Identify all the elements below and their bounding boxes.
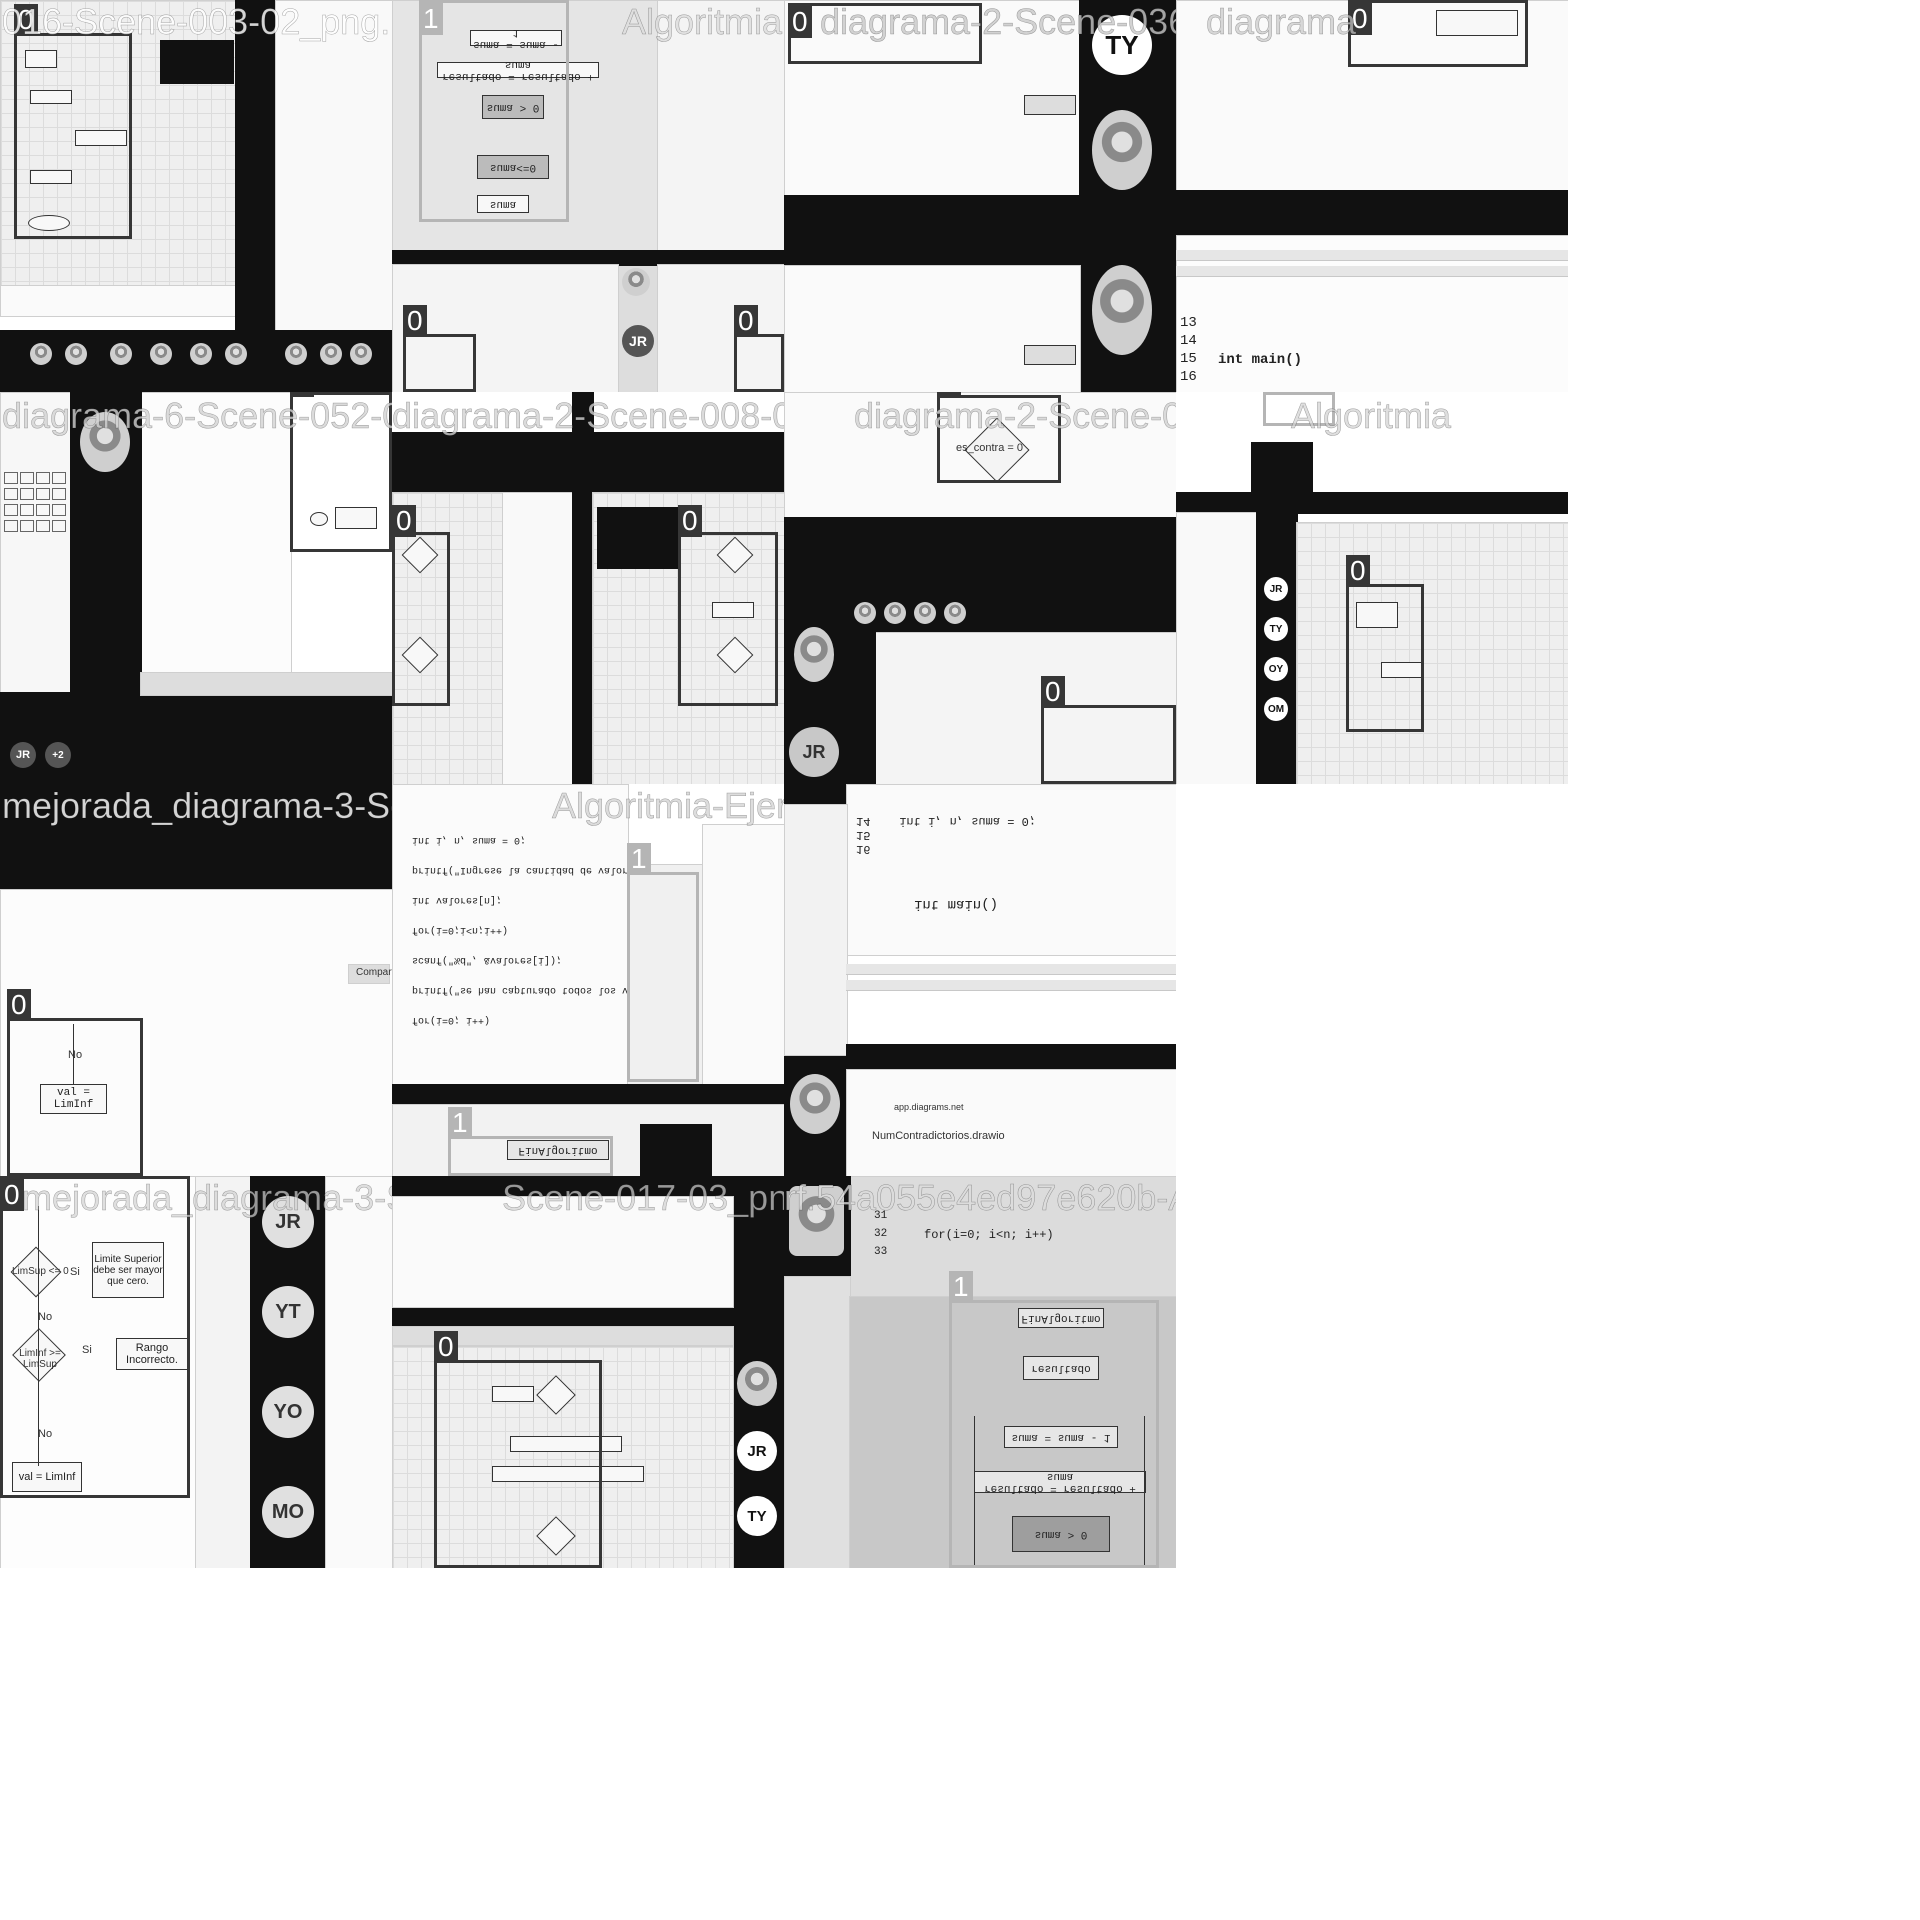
code-line-number: 32 [874, 1228, 888, 1240]
annotation-box-class-0: 0 [1041, 676, 1176, 784]
annotation-box-class-0: 0 [1346, 555, 1424, 732]
annotation-label: 0 [937, 392, 961, 398]
mosaic-tile: JR YT YO MO LimSup <= 0 Limite Superior … [0, 1176, 392, 1568]
annotation-label: 0 [1346, 555, 1370, 587]
share-button-label: Compartir [356, 967, 392, 978]
annotation-box-class-0: 0 [392, 505, 450, 706]
code-line-number: 31 [874, 1210, 888, 1222]
annotation-label: 0 [0, 1179, 24, 1211]
participant-avatar: MO [262, 1486, 314, 1538]
code-text: for(i=0; i<n; i++) [924, 1228, 1054, 1242]
annotation-label: 0 [734, 305, 758, 337]
annotation-label: 1 [627, 843, 651, 875]
annotation-label: 0 [1348, 3, 1372, 35]
mosaic-tile: Compartir val = LimInf No 0 mejorada_dia… [0, 784, 392, 1176]
participant-avatar: JR [622, 325, 654, 357]
mosaic-tile: JR TY OY OM 1 0 Algoritmia [1176, 392, 1568, 784]
mosaic-tile: 0 0 diagrama-2-Scene-008-03_png [392, 392, 784, 784]
mosaic-tile: 13 14 15 16 int main() 0 diagrama [1176, 0, 1568, 392]
annotation-box-class-0: 0 [788, 3, 982, 64]
code-line-number: 16 [1180, 369, 1197, 385]
annotation-label: 0 [403, 305, 427, 337]
annotation-box-class-1: 1 [949, 1271, 1159, 1568]
annotation-box-class-0: 0 [7, 989, 143, 1176]
participant-avatar: JR [737, 1431, 777, 1471]
annotation-label: 0 [392, 505, 416, 537]
mosaic-grid: 0 016-Scene-003-02_png.rf.4a JR suma = s… [0, 0, 1920, 1920]
mosaic-tile: for(i=0; i++) printf("se han capturado t… [392, 784, 784, 1176]
annotation-box-class-0: 0 [403, 305, 476, 392]
mosaic-tile: TY 0 diagrama-2-Scene-036-02_png [784, 0, 1176, 392]
annotation-label: 0 [434, 1331, 458, 1363]
annotation-label: 1 [448, 1107, 472, 1139]
annotation-box-class-0: 0 [0, 1176, 190, 1498]
code-line-number: 13 [1180, 315, 1197, 331]
code-text: int main() [914, 896, 999, 912]
mosaic-tile [1176, 784, 1568, 1176]
browser-url: app.diagrams.net [894, 1102, 964, 1112]
annotation-label: 1 [949, 1271, 973, 1303]
participant-avatar: YT [262, 1286, 314, 1338]
annotation-box-class-1: 1 [627, 843, 699, 1082]
mosaic-tile [1176, 1176, 1568, 1568]
annotation-box-class-1: 1 [1263, 392, 1335, 426]
mosaic-tile: JR TY 0 Scene-017-03_png [392, 1176, 784, 1568]
annotation-box-class-1: 1 [448, 1107, 613, 1176]
code-line-number: 14 [1180, 333, 1197, 349]
mosaic-tile: 0 016-Scene-003-02_png.rf.4a [0, 0, 392, 392]
annotation-box-class-0: 0 [434, 1331, 602, 1568]
mosaic-tile: JR +2 0 diagrama-6-Scene-052-02_png [0, 392, 392, 784]
code-line-number: 33 [874, 1246, 888, 1258]
mosaic-tile: JR es_contra = 0 0 0 diagrama-2-Scene-00… [784, 392, 1176, 784]
annotation-label: 0 [788, 6, 812, 38]
mosaic-tile: 31 32 33 for(i=0; i<n; i++) FinAlgoritmo… [784, 1176, 1176, 1568]
annotation-box-class-0: 0 [734, 305, 784, 392]
annotation-label: 0 [14, 4, 38, 36]
annotation-box-class-0: 0 [14, 4, 132, 239]
annotation-label: 1 [419, 3, 443, 35]
annotation-box-class-1: 1 [419, 0, 569, 222]
annotation-box-class-0: 0 [290, 392, 392, 552]
mosaic-tile: int main() 16 15 14 int i, n, suma = 0; … [784, 784, 1176, 1176]
code-text: int main() [1218, 352, 1303, 368]
participant-avatar: TY [1092, 15, 1152, 75]
annotation-label: 0 [290, 392, 314, 397]
annotation-label: 1 [1263, 392, 1287, 395]
annotation-box-class-0: 0 [937, 392, 1061, 483]
annotation-box-class-0: 0 [678, 505, 778, 706]
annotation-label: 0 [678, 505, 702, 537]
code-line-number: 15 [1180, 351, 1197, 367]
annotation-label: 0 [1041, 676, 1065, 708]
annotation-box-class-0: 0 [1348, 0, 1528, 67]
mosaic-tile: JR suma = suma - 1 resultado = resultado… [392, 0, 784, 392]
participant-avatar: JR [262, 1196, 314, 1248]
participant-avatar: YO [262, 1386, 314, 1438]
annotation-label: 0 [7, 989, 31, 1021]
participant-avatar: TY [737, 1496, 777, 1536]
document-title: NumContradictorios.drawio [872, 1130, 1005, 1142]
